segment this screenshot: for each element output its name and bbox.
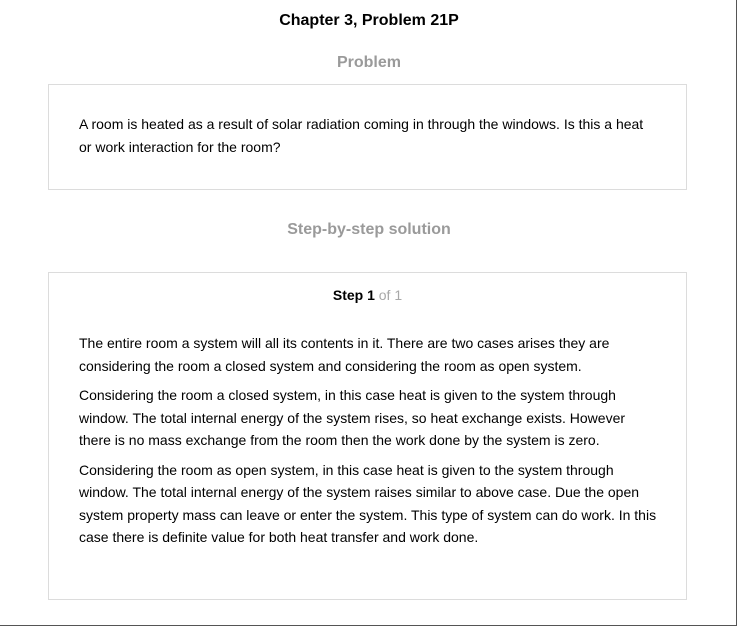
step-indicator: Step 1 of 1 <box>49 286 686 304</box>
step-total: of 1 <box>378 287 403 303</box>
solution-paragraph: The entire room a system will all its co… <box>79 335 610 374</box>
page-title: Chapter 3, Problem 21P <box>279 12 459 29</box>
step-number: Step 1 <box>332 287 375 303</box>
solution-heading: Step-by-step solution <box>287 221 451 238</box>
solution-card: Step 1 of 1 The entire room a system wil… <box>48 272 687 600</box>
solution-body: The entire room a system will all its co… <box>79 332 659 556</box>
solution-paragraph: Considering the room as open system, in … <box>79 461 657 546</box>
problem-text: A room is heated as a result of solar ra… <box>79 116 644 155</box>
problem-card: A room is heated as a result of solar ra… <box>48 84 687 190</box>
solution-paragraph: Considering the room a closed system, in… <box>79 387 626 448</box>
problem-heading: Problem <box>336 54 401 71</box>
